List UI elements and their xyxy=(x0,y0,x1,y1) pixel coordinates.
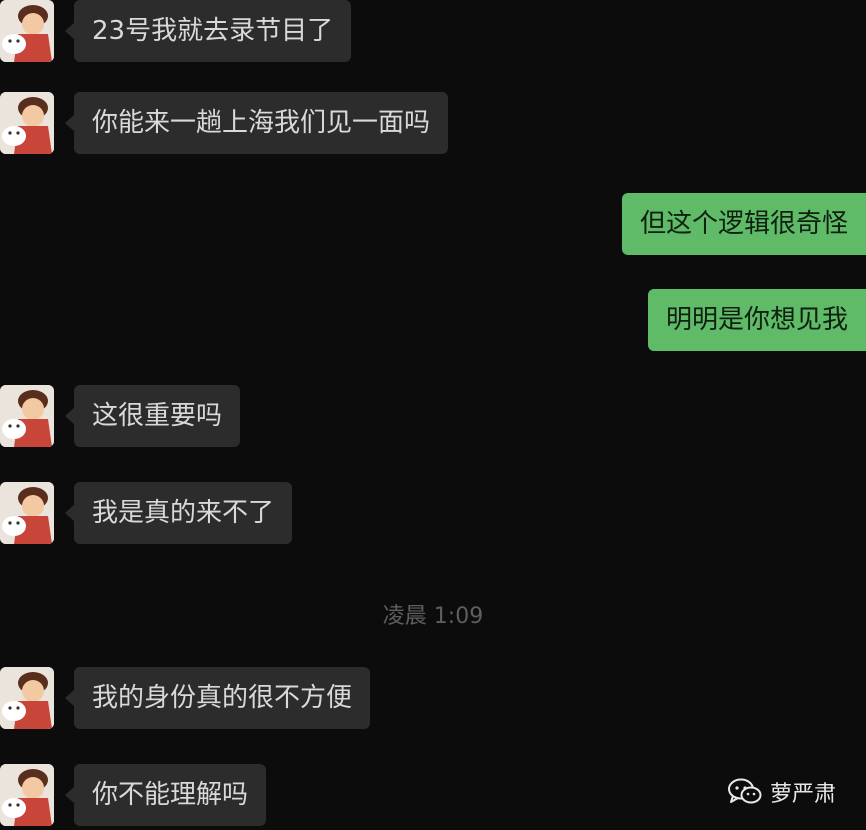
message-row: 我是真的来不了 xyxy=(0,482,866,546)
avatar[interactable] xyxy=(0,0,54,62)
wechat-icon xyxy=(727,778,762,804)
watermark-text: 萝严肃 xyxy=(769,782,836,807)
message-bubble-outgoing[interactable]: 明明是你想见我 xyxy=(647,289,866,351)
message-bubble-incoming[interactable]: 我的身份真的很不方便 xyxy=(64,667,371,729)
avatar[interactable] xyxy=(0,482,54,544)
message-bubble-incoming[interactable]: 你能来一趟上海我们见一面吗 xyxy=(64,92,449,154)
message-timestamp: 凌晨 1:09 xyxy=(382,604,484,629)
message-bubble-incoming[interactable]: 我是真的来不了 xyxy=(64,482,293,544)
message-row: 明明是你想见我 xyxy=(0,289,866,353)
message-row: 你能来一趟上海我们见一面吗 xyxy=(0,92,866,156)
message-bubble-incoming[interactable]: 23号我就去录节目了 xyxy=(64,0,352,62)
chat-window: 23号我就去录节目了 你能来一趟上海我们见一面吗 但这个逻辑很奇怪 明明是你想见… xyxy=(0,0,866,830)
message-row: 这很重要吗 xyxy=(0,385,866,449)
avatar-cartoon-icon xyxy=(0,92,54,154)
avatar[interactable] xyxy=(0,385,54,447)
avatar-cartoon-icon xyxy=(0,764,54,826)
avatar[interactable] xyxy=(0,667,54,729)
avatar-cartoon-icon xyxy=(0,385,54,447)
message-row: 23号我就去录节目了 xyxy=(0,0,866,64)
avatar[interactable] xyxy=(0,764,54,826)
message-bubble-outgoing[interactable]: 但这个逻辑很奇怪 xyxy=(621,193,866,255)
avatar[interactable] xyxy=(0,92,54,154)
watermark: 萝严肃 xyxy=(727,776,836,808)
avatar-cartoon-icon xyxy=(0,667,54,729)
message-bubble-incoming[interactable]: 你不能理解吗 xyxy=(64,764,267,826)
message-row: 我的身份真的很不方便 xyxy=(0,667,866,731)
avatar-cartoon-icon xyxy=(0,482,54,544)
avatar-cartoon-icon xyxy=(0,0,54,62)
message-bubble-incoming[interactable]: 这很重要吗 xyxy=(64,385,241,447)
message-row: 但这个逻辑很奇怪 xyxy=(0,193,866,257)
